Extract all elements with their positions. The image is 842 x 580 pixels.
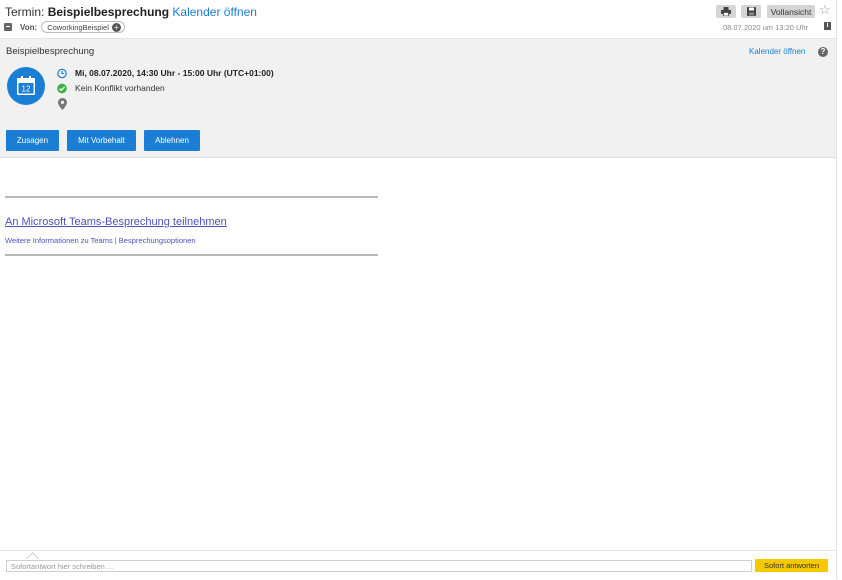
quick-reply-bar: Sofort antworten bbox=[0, 550, 836, 580]
print-button[interactable] bbox=[716, 5, 736, 18]
time-row: Mi, 08.07.2020, 14:30 Uhr - 15:00 Uhr (U… bbox=[57, 67, 274, 79]
help-icon[interactable]: ? bbox=[818, 47, 828, 57]
sender-name: CoworkingBeispiel bbox=[47, 22, 109, 32]
join-teams-link[interactable]: An Microsoft Teams-Besprechung teilnehme… bbox=[5, 216, 227, 228]
clock-icon bbox=[57, 68, 67, 78]
tentative-button[interactable]: Mit Vorbehalt bbox=[67, 130, 136, 151]
message-subject: Termin: Beispielbesprechung Kalender öff… bbox=[5, 5, 257, 19]
open-calendar-link[interactable]: Kalender öffnen bbox=[172, 5, 257, 19]
from-label: Von: bbox=[20, 22, 38, 32]
divider-bottom bbox=[5, 254, 378, 256]
calendar-icon: 12 bbox=[7, 67, 45, 105]
star-icon[interactable]: ☆ bbox=[819, 3, 831, 17]
quick-reply-input[interactable] bbox=[6, 560, 752, 572]
invitation-panel: Beispielbesprechung Kalender öffnen ? 12… bbox=[0, 39, 836, 158]
floppy-disk-icon bbox=[746, 7, 756, 16]
add-contact-icon[interactable]: + bbox=[111, 22, 121, 32]
open-calendar-link-panel[interactable]: Kalender öffnen bbox=[749, 47, 805, 56]
sender-chip[interactable]: CoworkingBeispiel + bbox=[41, 21, 125, 33]
message-header: Termin: Beispielbesprechung Kalender öff… bbox=[0, 0, 836, 39]
save-button[interactable] bbox=[741, 5, 761, 18]
meeting-time: Mi, 08.07.2020, 14:30 Uhr - 15:00 Uhr (U… bbox=[75, 68, 274, 78]
envelope-icon bbox=[4, 23, 12, 31]
sender-row: Von: CoworkingBeispiel + bbox=[4, 21, 125, 33]
invitation-title: Beispielbesprechung bbox=[6, 46, 95, 57]
decline-button[interactable]: Ablehnen bbox=[144, 130, 200, 151]
conflict-status: Kein Konflikt vorhanden bbox=[75, 83, 165, 93]
subject-prefix: Termin: bbox=[5, 5, 45, 19]
printer-icon bbox=[721, 7, 731, 16]
divider-top bbox=[5, 196, 378, 198]
teams-info-links[interactable]: Weitere Informationen zu Teams | Besprec… bbox=[5, 236, 196, 245]
full-view-button[interactable]: Vollansicht bbox=[767, 5, 815, 18]
location-pin-icon bbox=[57, 98, 67, 110]
subject-title: Beispielbesprechung bbox=[47, 5, 170, 19]
location-row bbox=[57, 98, 75, 110]
message-date: 08.07.2020 um 13:20 Uhr bbox=[723, 23, 809, 32]
check-icon bbox=[57, 83, 67, 93]
info-icon[interactable]: i bbox=[824, 22, 831, 30]
mail-view: Termin: Beispielbesprechung Kalender öff… bbox=[0, 0, 837, 580]
accept-button[interactable]: Zusagen bbox=[6, 130, 59, 151]
send-reply-button[interactable]: Sofort antworten bbox=[755, 559, 828, 572]
calendar-day: 12 bbox=[22, 85, 31, 94]
conflict-row: Kein Konflikt vorhanden bbox=[57, 82, 165, 94]
